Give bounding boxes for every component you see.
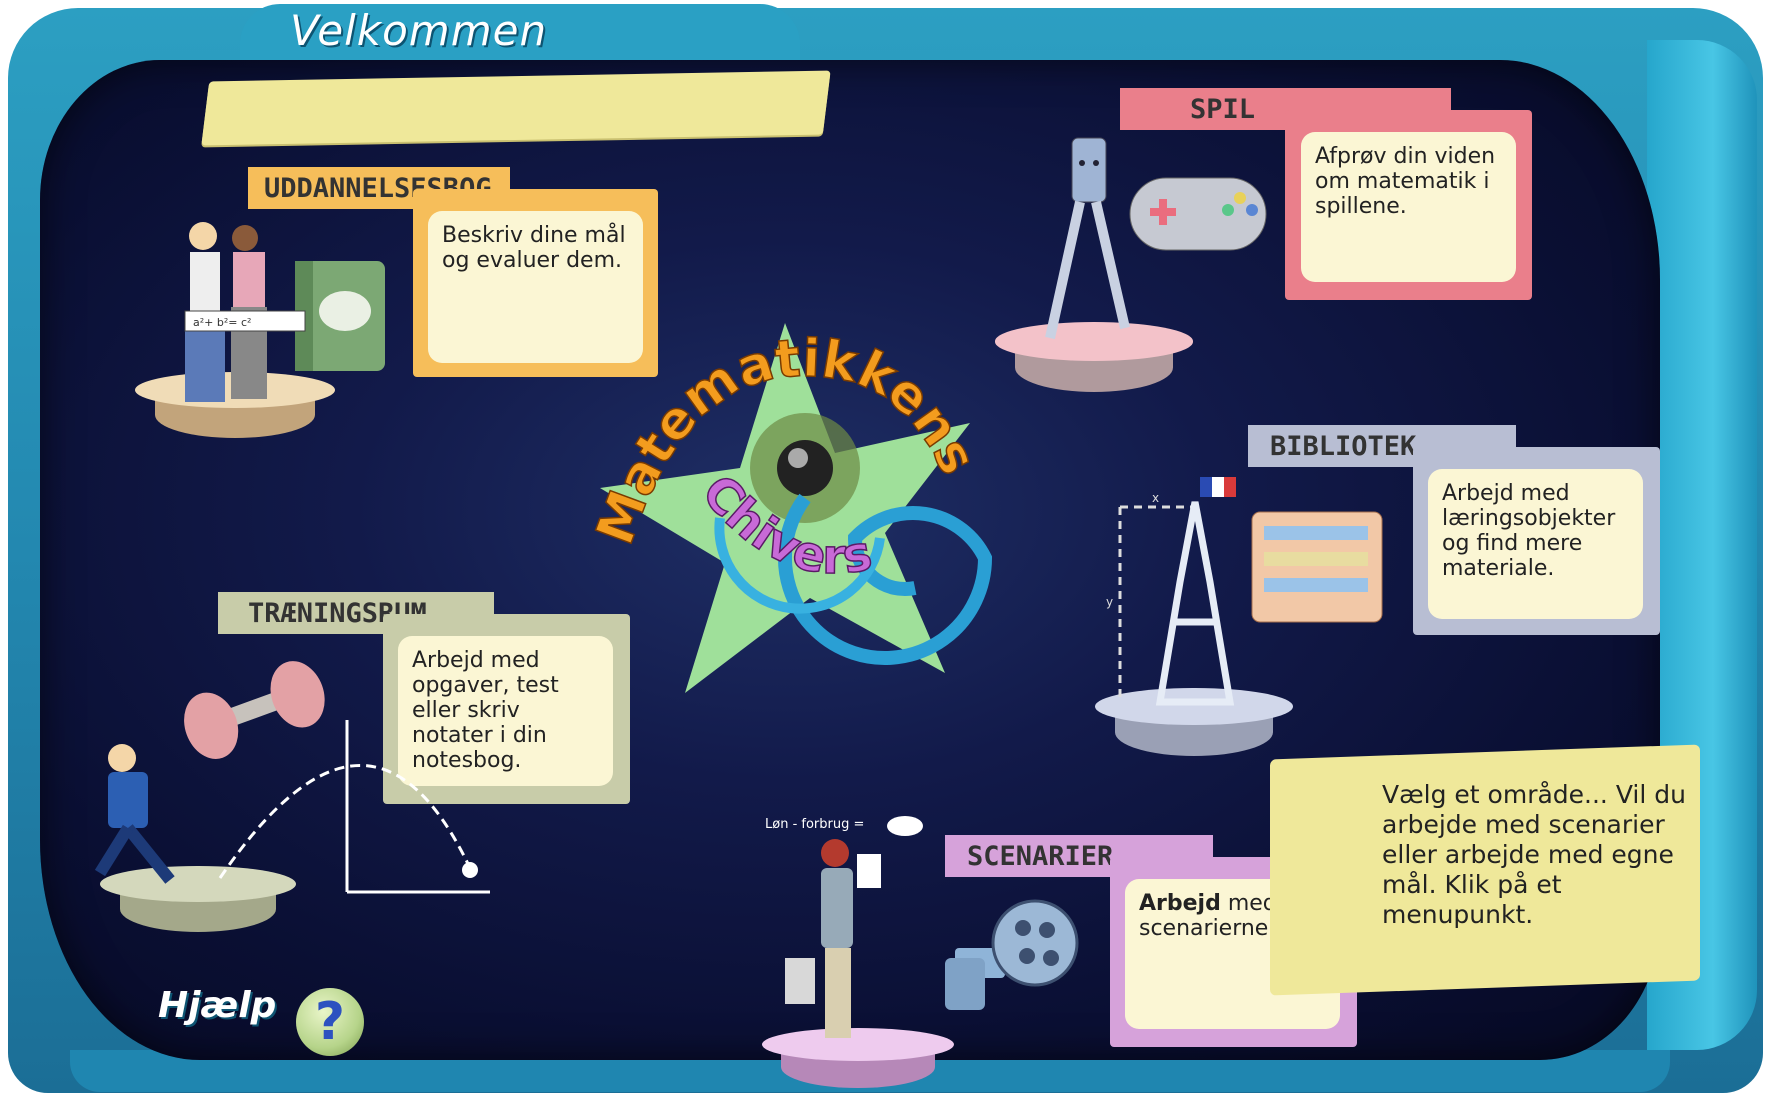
eiffel-tower-illustration: x y: [1106, 477, 1383, 706]
welcome-screen: Velkommen Matematikkens Chivers UDDANNEL…: [0, 0, 1767, 1097]
menu-scenarier-desc-bold: Arbejd: [1139, 891, 1221, 916]
help-question-icon[interactable]: ?: [296, 988, 364, 1056]
menu-uddannelsesbog-desc: Beskriv dine mål og evaluer dem.: [428, 211, 643, 363]
info-text: Vælg et område... Vil du arbejde med sce…: [1382, 780, 1686, 929]
shopper-illustration: Løn - forbrug =: [765, 816, 1079, 1038]
page-title: Velkommen: [290, 6, 548, 55]
matematik-logo: Matematikkens Chivers: [590, 323, 993, 693]
budget-formula-text: Løn - forbrug =: [765, 817, 864, 832]
help-link[interactable]: Hjælp: [158, 985, 276, 1026]
students-illustration: a²+ b²= c²: [184, 222, 385, 402]
menu-spil-desc: Afprøv din viden om matematik i spillene…: [1301, 132, 1516, 282]
compass-robot-illustration: [1045, 137, 1267, 340]
title-underline-note: [201, 70, 831, 146]
menu-bibliotek-desc: Arbejd med læringsobjekter og find mere …: [1428, 469, 1643, 619]
training-illustration: [94, 661, 490, 894]
formula-sign: a²+ b²= c²: [193, 316, 251, 329]
axis-y-label: y: [1106, 595, 1113, 609]
axis-x-label: x: [1152, 491, 1159, 505]
